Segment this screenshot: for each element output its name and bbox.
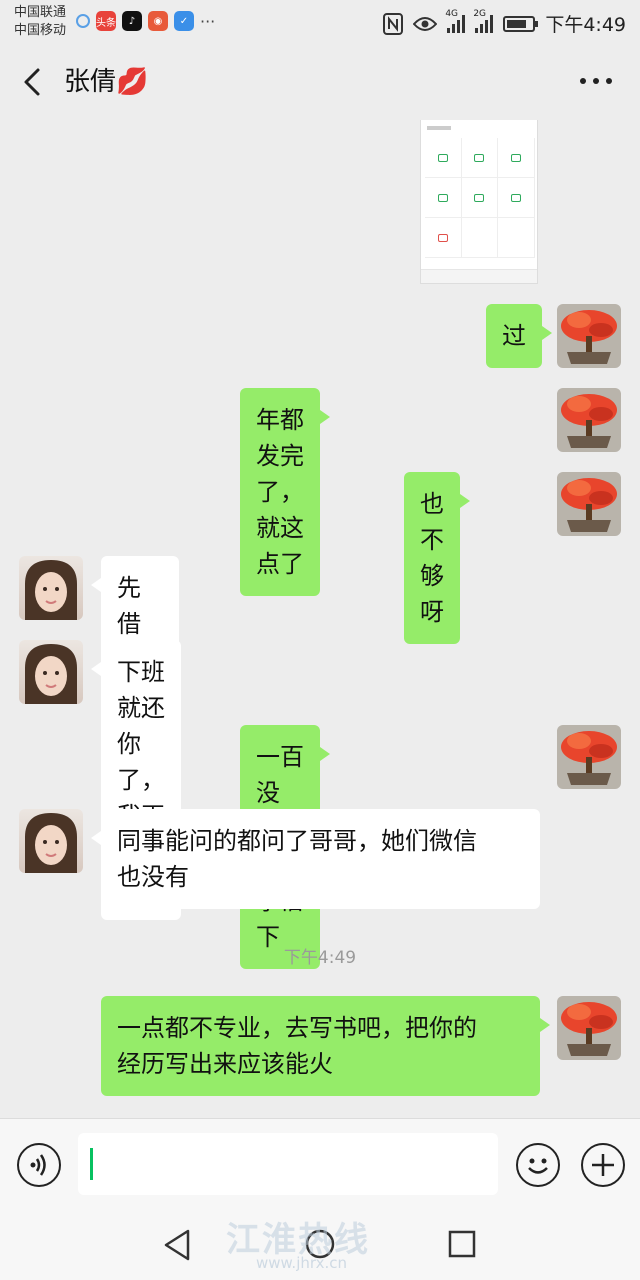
- bonsai-tree-image: [561, 1002, 617, 1056]
- signal-4g-icon: 4G: [445, 9, 466, 33]
- back-arrow-icon[interactable]: [18, 64, 48, 100]
- thumb-header-line: [427, 126, 451, 130]
- nav-recents-icon[interactable]: [448, 1230, 476, 1258]
- text-cursor: [90, 1148, 93, 1180]
- emoji-button[interactable]: [516, 1143, 560, 1187]
- more-options-icon[interactable]: [580, 78, 612, 84]
- contact-avatar[interactable]: [19, 640, 83, 704]
- my-avatar[interactable]: [557, 725, 621, 789]
- contact-message-bubble[interactable]: 同事能问的都问了哥哥，她们微信 也没有: [91, 809, 540, 909]
- clock: 下午4:49: [545, 14, 626, 36]
- carrier-info: 中国联通 中国移动: [14, 4, 66, 40]
- bonsai-tree-image: [561, 394, 617, 448]
- smiley-icon: [528, 1158, 548, 1174]
- more-functions-button[interactable]: [581, 1143, 625, 1187]
- notification-icons: 头条 ♪ ◉ ✓ ···: [76, 11, 215, 31]
- security-app-icon: ✓: [174, 11, 194, 31]
- weibo-app-icon: ◉: [148, 11, 168, 31]
- eye-comfort-icon: [413, 16, 438, 31]
- contact-photo: [25, 560, 77, 620]
- signal-2g-icon: 2G: [473, 9, 494, 33]
- my-message-bubble[interactable]: 过: [486, 304, 552, 368]
- message-text-line-2: 也没有: [117, 863, 189, 891]
- battery-level: [507, 19, 527, 28]
- carrier-2: 中国移动: [14, 23, 67, 38]
- my-avatar[interactable]: [557, 304, 621, 368]
- carrier-1: 中国联通: [14, 5, 67, 20]
- chat-timestamp: 下午4:49: [283, 948, 357, 968]
- more-notifications-icon: ···: [200, 11, 216, 31]
- bonsai-tree-image: [561, 478, 617, 532]
- contact-avatar[interactable]: [19, 809, 83, 873]
- thumb-grid: [425, 138, 535, 258]
- plus-icon: [592, 1154, 614, 1176]
- cloud-icon: [76, 14, 90, 28]
- bonsai-tree-image: [561, 310, 617, 364]
- voice-input-button[interactable]: [17, 1143, 61, 1187]
- contact-photo: [25, 644, 77, 704]
- nav-back-icon[interactable]: [162, 1228, 194, 1262]
- my-message-bubble[interactable]: 也不够呀: [404, 472, 470, 644]
- shared-screenshot-image[interactable]: [420, 120, 538, 284]
- battery-icon: [503, 15, 539, 32]
- network-type-1: 4G: [445, 8, 459, 19]
- network-type-2: 2G: [473, 8, 487, 19]
- my-avatar[interactable]: [557, 996, 621, 1060]
- message-text-line-2: 经历写出来应该能火: [117, 1050, 333, 1078]
- voice-icon: [30, 1154, 46, 1176]
- my-avatar[interactable]: [557, 388, 621, 452]
- my-avatar[interactable]: [557, 472, 621, 536]
- input-bar: [0, 1118, 640, 1210]
- nfc-icon: [383, 12, 404, 35]
- contact-name: 张倩💋: [64, 67, 149, 97]
- watermark-url: www.jhrx.cn: [256, 1254, 348, 1272]
- status-right: 4G 2G 下午4:49: [383, 9, 626, 37]
- my-message-bubble[interactable]: 年都发完了，就这点了: [240, 388, 330, 596]
- message-text-line-1: 一点都不专业，去写书吧，把你的: [117, 1014, 477, 1042]
- message-text-line-1: 同事能问的都问了哥哥，她们微信: [117, 827, 477, 855]
- contact-avatar[interactable]: [19, 556, 83, 620]
- toutiao-app-icon: 头条: [96, 11, 116, 31]
- bonsai-tree-image: [561, 731, 617, 785]
- message-input[interactable]: [78, 1133, 498, 1195]
- tiktok-app-icon: ♪: [122, 11, 142, 31]
- thumb-navbar: [421, 269, 537, 283]
- status-bar: 中国联通 中国移动 头条 ♪ ◉ ✓ ··· 4G 2G 下午4:49: [0, 0, 640, 44]
- contact-photo: [25, 813, 77, 873]
- my-message-bubble[interactable]: 一点都不专业，去写书吧，把你的 经历写出来应该能火: [101, 996, 550, 1096]
- chat-header: 张倩💋: [0, 44, 640, 120]
